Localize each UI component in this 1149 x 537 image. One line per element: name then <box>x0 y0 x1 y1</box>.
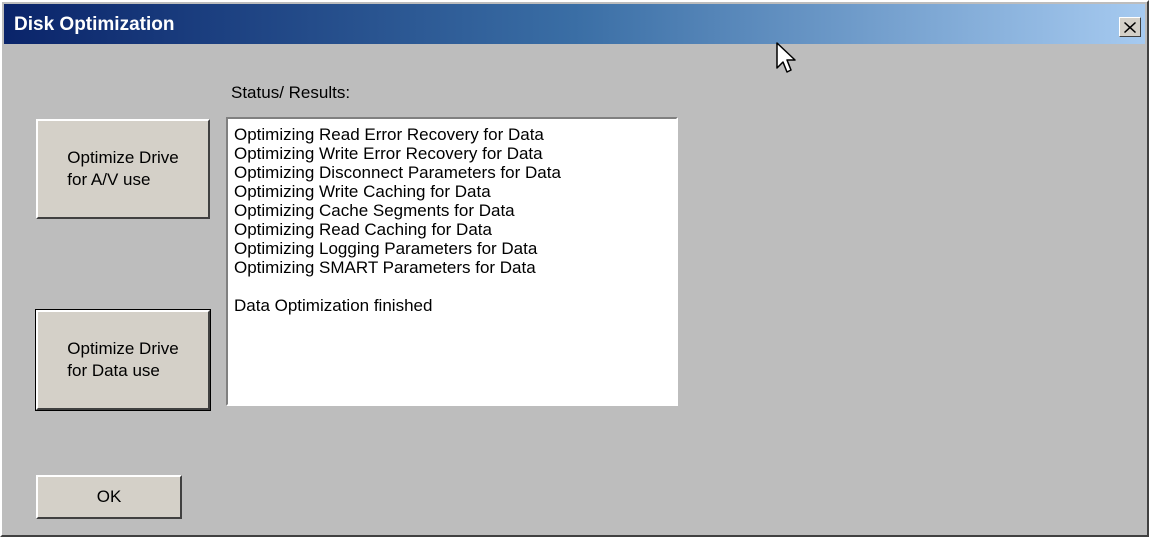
result-line: Optimizing Logging Parameters for Data <box>234 239 538 258</box>
window-title: Disk Optimization <box>14 14 175 35</box>
result-line: Optimizing Read Caching for Data <box>234 220 492 239</box>
ok-button-label: OK <box>96 487 122 506</box>
title-bar[interactable]: Disk Optimization <box>4 4 1145 44</box>
ok-button[interactable]: OK <box>36 475 182 519</box>
optimize-data-button[interactable]: Optimize Drive for Data use <box>35 309 211 411</box>
optimize-av-button[interactable]: Optimize Drive for A/V use <box>36 119 210 219</box>
optimize-av-button-label: Optimize Drive for A/V use <box>67 148 179 189</box>
close-button[interactable] <box>1119 17 1141 37</box>
result-line: Optimizing Read Error Recovery for Data <box>234 125 544 144</box>
result-line <box>234 277 670 296</box>
result-line: Optimizing Disconnect Parameters for Dat… <box>234 163 561 182</box>
result-line: Optimizing Cache Segments for Data <box>234 201 515 220</box>
status-results-list[interactable]: Optimizing Read Error Recovery for Data … <box>226 117 678 406</box>
mouse-pointer-icon <box>776 42 796 73</box>
close-icon <box>1124 21 1136 33</box>
result-line: Data Optimization finished <box>234 296 433 315</box>
result-line: Optimizing Write Error Recovery for Data <box>234 144 543 163</box>
result-line: Optimizing SMART Parameters for Data <box>234 258 536 277</box>
optimize-data-button-label: Optimize Drive for Data use <box>67 339 179 380</box>
disk-optimization-window: Disk Optimization Status/ Results: Optim… <box>0 0 1149 537</box>
status-results-label: Status/ Results: <box>231 83 351 102</box>
result-line: Optimizing Write Caching for Data <box>234 182 491 201</box>
